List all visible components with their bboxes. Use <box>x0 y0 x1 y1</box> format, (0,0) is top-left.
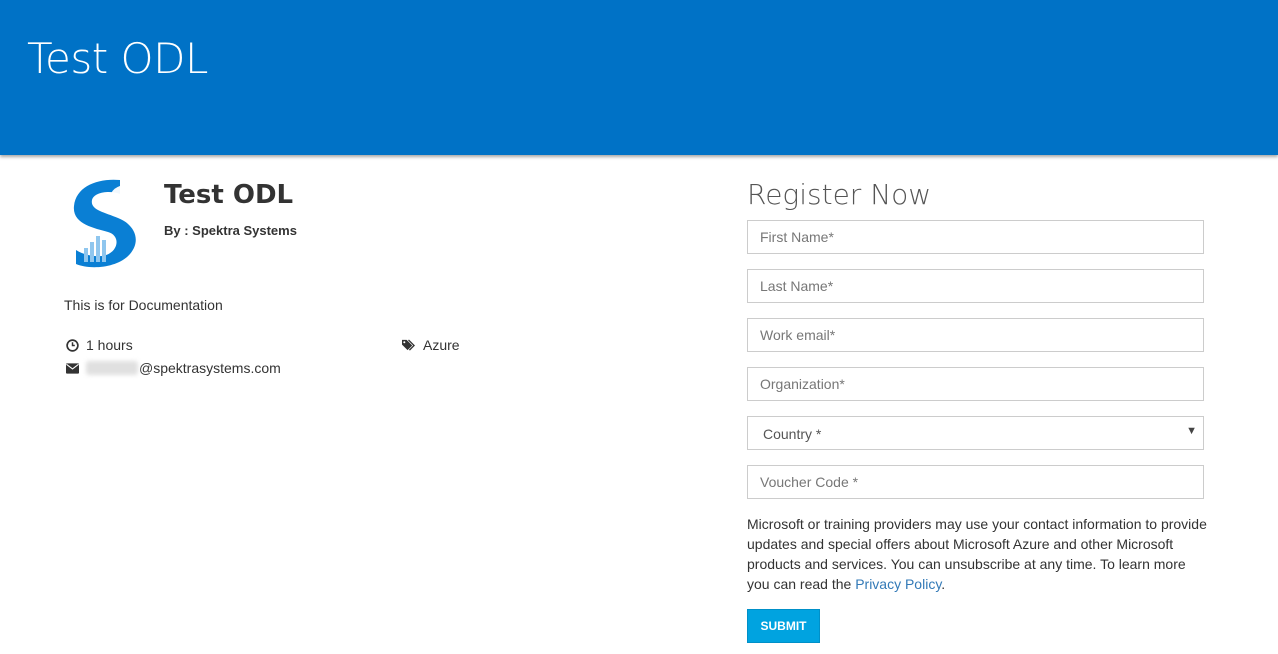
redacted-email-user <box>86 361 138 375</box>
course-author: By : Spektra Systems <box>164 223 297 238</box>
contact-email: @spektrasystems.com <box>66 360 281 376</box>
disclaimer-text: Microsoft or training providers may use … <box>747 516 1207 592</box>
register-heading: Register Now <box>747 178 932 211</box>
submit-button[interactable]: SUBMIT <box>747 609 820 643</box>
course-description: This is for Documentation <box>64 297 223 313</box>
page-header: Test ODL <box>0 0 1278 155</box>
tags-icon <box>402 338 415 351</box>
caret-down-icon: ▼ <box>1186 425 1197 437</box>
privacy-disclaimer: Microsoft or training providers may use … <box>747 514 1209 594</box>
envelope-icon <box>66 362 79 374</box>
last-name-input[interactable] <box>747 269 1204 303</box>
clock-icon <box>66 338 79 352</box>
duration-text: 1 hours <box>86 337 133 353</box>
first-name-input[interactable] <box>747 220 1204 254</box>
course-duration: 1 hours <box>66 337 133 353</box>
page-title: Test ODL <box>27 34 208 83</box>
voucher-code-input[interactable] <box>747 465 1204 499</box>
disclaimer-end: . <box>941 576 946 592</box>
country-select-value: Country * <box>763 426 822 442</box>
course-title: Test ODL <box>164 180 294 210</box>
work-email-input[interactable] <box>747 318 1204 352</box>
spektra-logo <box>68 176 144 268</box>
country-select[interactable]: Country * ▼ <box>747 416 1204 450</box>
tag-text: Azure <box>423 337 460 353</box>
privacy-policy-link[interactable]: Privacy Policy <box>855 576 941 592</box>
organization-input[interactable] <box>747 367 1204 401</box>
email-domain: @spektrasystems.com <box>139 360 281 376</box>
course-tag: Azure <box>401 337 460 353</box>
